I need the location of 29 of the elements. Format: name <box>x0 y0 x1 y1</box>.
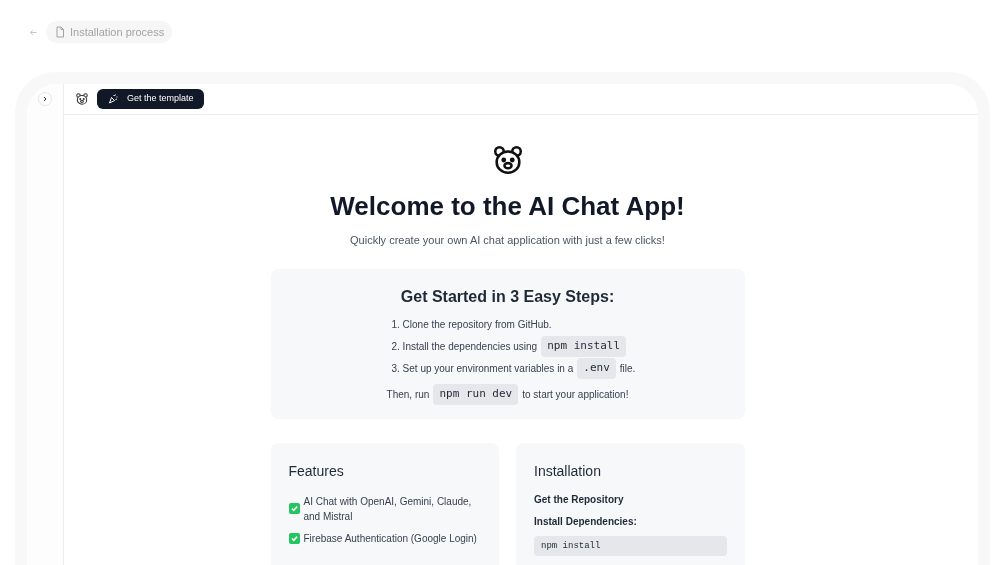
check-mark-icon <box>288 503 300 514</box>
party-popper-icon <box>107 93 119 105</box>
section-heading: Get the Repository <box>534 492 625 507</box>
welcome-title: Welcome to the AI Chat App! <box>330 190 685 223</box>
feature-text: Firebase Authentication (Google Login) <box>303 531 477 546</box>
check-mark-icon <box>288 532 300 544</box>
step-text: Then, run <box>386 388 430 402</box>
installation-title: Installation <box>534 461 602 481</box>
step-text: 2. Install the dependencies using <box>391 340 538 354</box>
get-template-button[interactable]: Get the template <box>97 89 204 109</box>
step-text: file. <box>619 362 636 376</box>
inline-code: npm run dev <box>433 384 519 405</box>
document-icon <box>54 26 66 38</box>
steps-title: Get Started in 3 Easy Steps: <box>400 286 615 307</box>
step-text: 1. Clone the repository from GitHub. <box>391 318 552 332</box>
step-text: 3. Set up your environment variables in a <box>391 362 574 376</box>
back-arrow-icon[interactable] <box>29 27 38 37</box>
feature-text: AI Chat with OpenAI, Gemini, Claude, and Mistral <box>303 494 473 524</box>
breadcrumb-label: Installation process <box>70 24 165 40</box>
chevron-right-icon <box>41 95 49 103</box>
section-heading: Install Dependencies: <box>534 514 638 529</box>
step-text: to start your application! <box>522 388 629 402</box>
features-title: Features <box>288 461 345 481</box>
inline-code: npm install <box>541 336 627 357</box>
bear-logo-icon[interactable] <box>75 92 89 106</box>
code-block: npm install <box>534 535 727 556</box>
expand-sidebar-button[interactable] <box>38 92 52 106</box>
welcome-subtitle: Quickly create your own AI chat application with just a few clicks! <box>350 233 665 248</box>
inline-code: .env <box>577 358 616 379</box>
